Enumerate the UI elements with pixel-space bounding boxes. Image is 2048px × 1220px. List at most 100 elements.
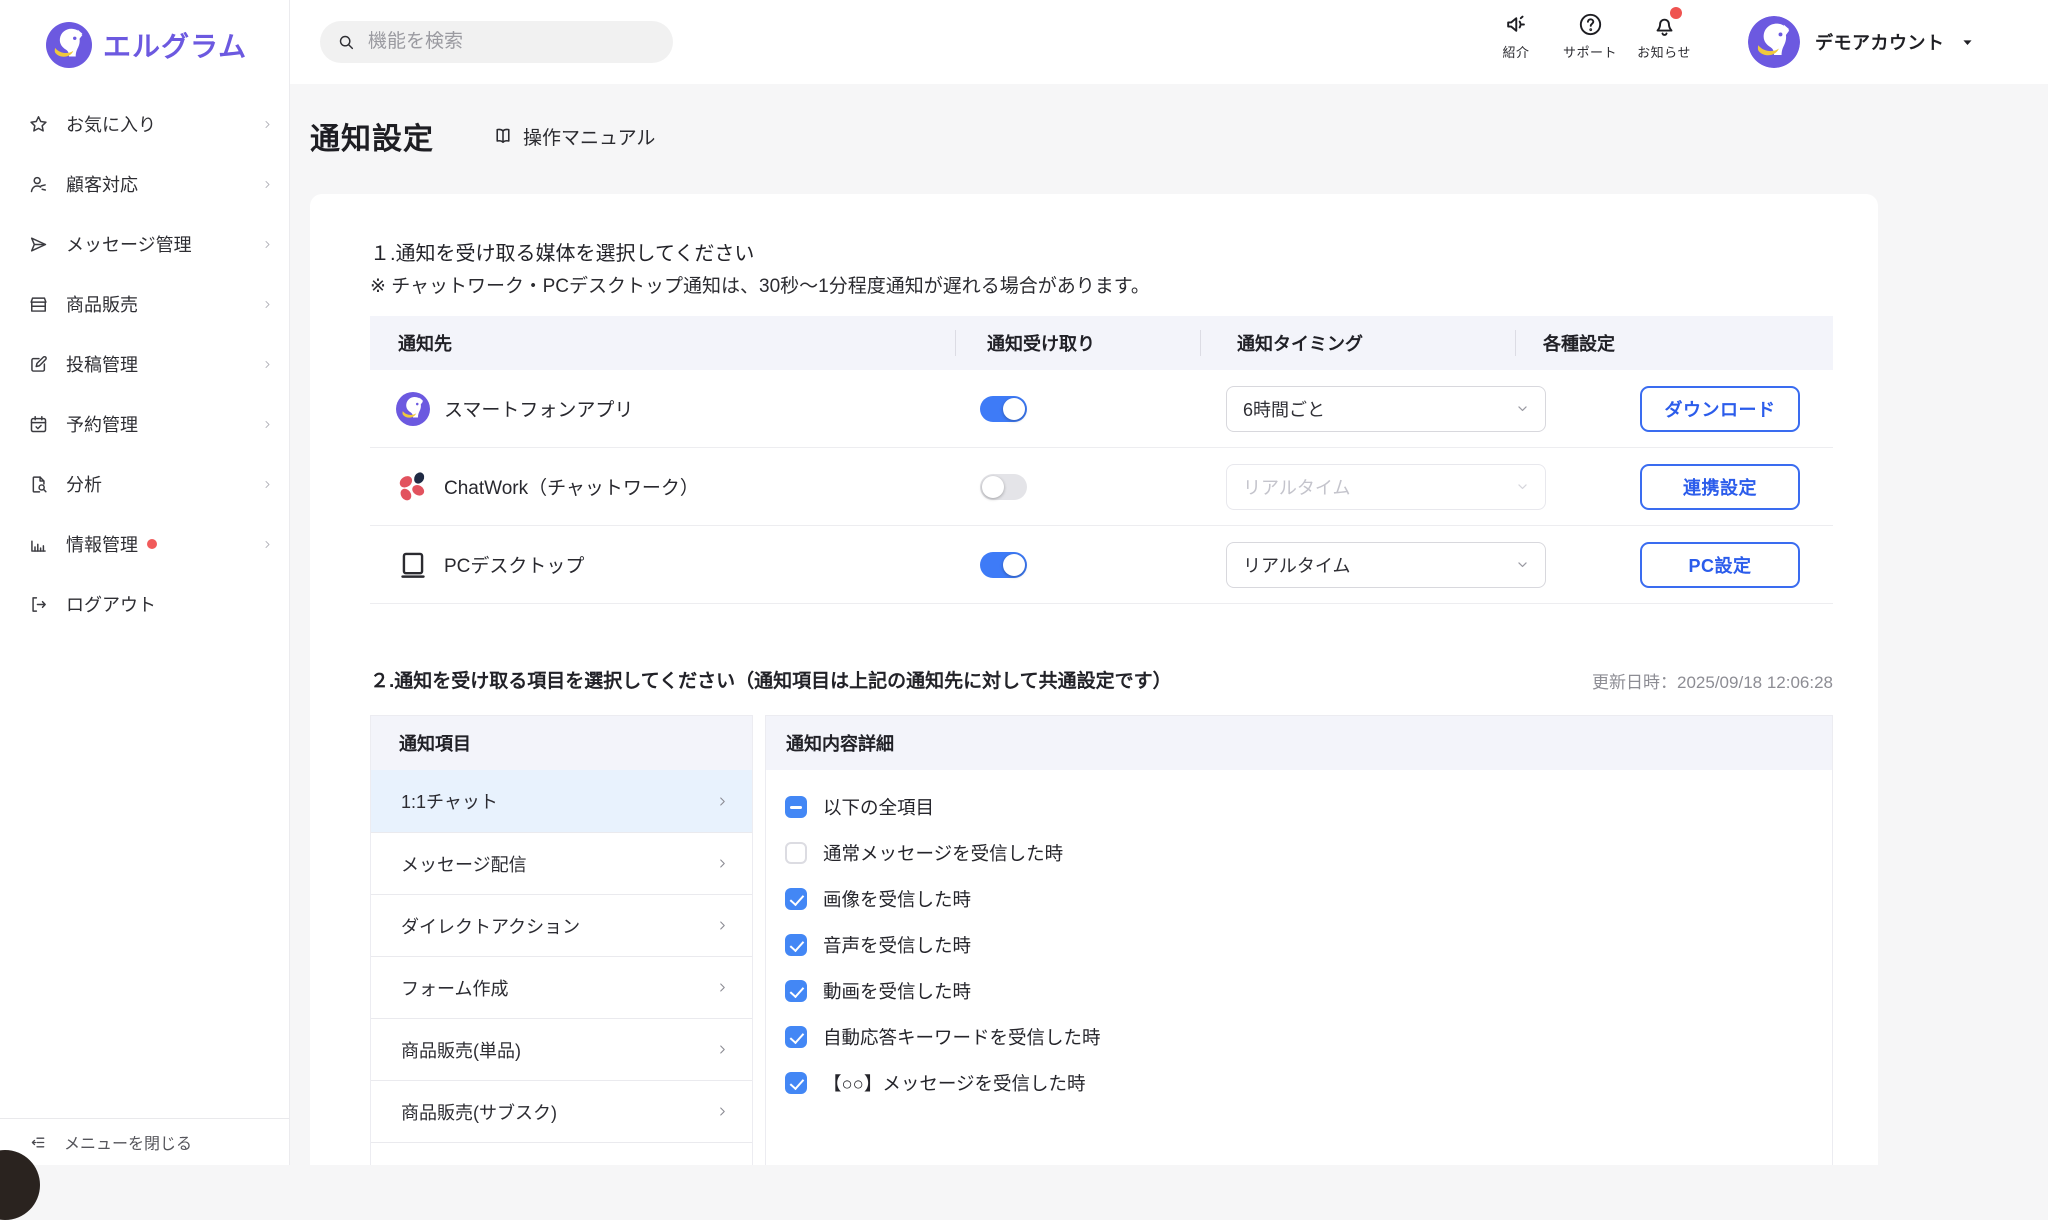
page-title: 通知設定: [310, 114, 434, 158]
notify-items-column: 通知項目 1:1チャット メッセージ配信 ダイレクトアクション フォーム作成 商…: [370, 715, 753, 1165]
setting-button[interactable]: ダウンロード: [1640, 386, 1800, 432]
column-header: 各種設定: [1515, 316, 1833, 370]
topbar: 紹介 サポート お知らせ デモアカウント: [290, 0, 2048, 84]
notify-items-header: 通知項目: [371, 716, 752, 770]
checkbox-row: 以下の全項目: [785, 784, 1832, 830]
section2-header-row: ２.通知を受け取る項目を選択してください（通知項目は上記の通知先に対して共通設定…: [370, 666, 1833, 693]
sidebar-item-reservation-management[interactable]: 予約管理: [0, 394, 289, 454]
checkbox[interactable]: [785, 934, 807, 956]
intro-button[interactable]: 紹介: [1488, 11, 1544, 61]
search-input[interactable]: [366, 30, 646, 54]
help-icon: [1577, 11, 1604, 38]
manual-link-label: 操作マニュアル: [523, 123, 655, 150]
section1-note: ※ チャットワーク・PCデスクトップ通知は、30秒〜1分程度通知が遅れる場合があ…: [370, 274, 1833, 300]
notification-toggle[interactable]: [980, 396, 1027, 422]
checkbox[interactable]: [785, 1026, 807, 1048]
notify-menu-item[interactable]: メッセージ配信: [371, 832, 752, 894]
sidebar-nav: お気に入り 顧客対応 メッセージ管理 商品販売 投稿管理 予約管理 分析 情報管…: [0, 94, 289, 634]
checkbox[interactable]: [785, 1072, 807, 1094]
notify-menu-item[interactable]: ダイレクトアクション: [371, 894, 752, 956]
column-header: 通知先: [370, 316, 955, 370]
chevron-right-icon: [261, 238, 274, 251]
chatwork-icon: [396, 470, 430, 504]
checkbox-row: 【○○】メッセージを受信した時: [785, 1060, 1832, 1106]
notify-menu-item[interactable]: フォーム作成: [371, 956, 752, 1018]
checkbox-row: 通常メッセージを受信した時: [785, 830, 1832, 876]
sidebar-item-customer-support[interactable]: 顧客対応: [0, 154, 289, 214]
send-icon: [28, 234, 49, 255]
checkbox-row: 音声を受信した時: [785, 922, 1832, 968]
media-row: ChatWork（チャットワーク） リアルタイム 連携設定: [370, 448, 1833, 526]
star-icon: [28, 114, 49, 135]
megaphone-icon: [1503, 11, 1530, 38]
calendar-icon: [28, 414, 49, 435]
page-header: 通知設定 操作マニュアル: [310, 114, 2048, 158]
chevron-right-icon: [715, 1042, 730, 1057]
notification-dot: [147, 539, 157, 549]
checkbox-row: 動画を受信した時: [785, 968, 1832, 1014]
app-logo[interactable]: エルグラム: [46, 22, 289, 68]
media-row: PCデスクトップ リアルタイム PC設定: [370, 526, 1833, 604]
sidebar-item-analysis[interactable]: 分析: [0, 454, 289, 514]
chevron-right-icon: [261, 418, 274, 431]
chevron-right-icon: [715, 856, 730, 871]
section2-heading: ２.通知を受け取る項目を選択してください（通知項目は上記の通知先に対して共通設定…: [370, 666, 1172, 693]
section1-heading: １.通知を受け取る媒体を選択してください: [370, 240, 1833, 268]
timing-select[interactable]: リアルタイム: [1226, 464, 1546, 510]
checkbox[interactable]: [785, 796, 807, 818]
elgram-app-icon: [396, 392, 430, 426]
caret-down-icon: [1960, 35, 1975, 50]
chevron-right-icon: [261, 358, 274, 371]
notify-detail-header: 通知内容詳細: [766, 716, 1832, 770]
badge-dot: [1670, 7, 1682, 19]
sidebar-item-post-management[interactable]: 投稿管理: [0, 334, 289, 394]
items-table: 通知項目 1:1チャット メッセージ配信 ダイレクトアクション フォーム作成 商…: [370, 715, 1833, 1165]
post-icon: [28, 354, 49, 375]
topbar-actions: 紹介 サポート お知らせ: [1488, 11, 1692, 61]
news-button[interactable]: お知らせ: [1636, 11, 1692, 61]
media-table: 通知先 通知受け取り 通知タイミング 各種設定 スマートフォンアプリ 6時間ごと…: [370, 316, 1833, 604]
sidebar-item-info-management[interactable]: 情報管理: [0, 514, 289, 574]
support-button[interactable]: サポート: [1562, 11, 1618, 61]
chevron-right-icon: [261, 118, 274, 131]
chevron-right-icon: [261, 178, 274, 191]
brand-logo-icon: [46, 22, 92, 68]
checkbox-row: 画像を受信した時: [785, 876, 1832, 922]
menu-collapse-icon: [28, 1133, 47, 1152]
notify-menu-item[interactable]: システム通知: [371, 1142, 752, 1165]
checkbox[interactable]: [785, 980, 807, 1002]
account-menu[interactable]: デモアカウント: [1748, 16, 1975, 68]
setting-button[interactable]: 連携設定: [1640, 464, 1800, 510]
account-name: デモアカウント: [1815, 29, 1945, 55]
book-icon: [492, 125, 514, 147]
checkbox-row: 自動応答キーワードを受信した時: [785, 1014, 1832, 1060]
menu-close-button[interactable]: メニューを閉じる: [0, 1119, 289, 1165]
logout-icon: [28, 594, 49, 615]
desktop-icon: [396, 548, 430, 582]
settings-card: １.通知を受け取る媒体を選択してください ※ チャットワーク・PCデスクトップ通…: [310, 194, 1878, 1165]
timing-select[interactable]: 6時間ごと: [1226, 386, 1546, 432]
notification-toggle[interactable]: [980, 552, 1027, 578]
sidebar: エルグラム お気に入り 顧客対応 メッセージ管理 商品販売 投稿管理 予約管理 …: [0, 0, 290, 1165]
chevron-right-icon: [715, 794, 730, 809]
checkbox[interactable]: [785, 888, 807, 910]
chevron-right-icon: [261, 478, 274, 491]
chevron-right-icon: [715, 980, 730, 995]
timing-select[interactable]: リアルタイム: [1226, 542, 1546, 588]
sidebar-item-product-sales[interactable]: 商品販売: [0, 274, 289, 334]
chevron-right-icon: [715, 918, 730, 933]
manual-link[interactable]: 操作マニュアル: [492, 123, 655, 150]
notification-toggle[interactable]: [980, 474, 1027, 500]
store-icon: [28, 294, 49, 315]
setting-button[interactable]: PC設定: [1640, 542, 1800, 588]
sidebar-footer: メニューを閉じる: [0, 1118, 289, 1165]
sidebar-item-favorites[interactable]: お気に入り: [0, 94, 289, 154]
sidebar-item-logout[interactable]: ログアウト: [0, 574, 289, 634]
sidebar-item-message-management[interactable]: メッセージ管理: [0, 214, 289, 274]
column-header: 通知タイミング: [1200, 316, 1515, 370]
notify-menu-item[interactable]: 商品販売(単品): [371, 1018, 752, 1080]
chevron-right-icon: [261, 538, 274, 551]
notify-menu-item[interactable]: 商品販売(サブスク): [371, 1080, 752, 1142]
checkbox[interactable]: [785, 842, 807, 864]
notify-menu-item[interactable]: 1:1チャット: [371, 770, 752, 832]
